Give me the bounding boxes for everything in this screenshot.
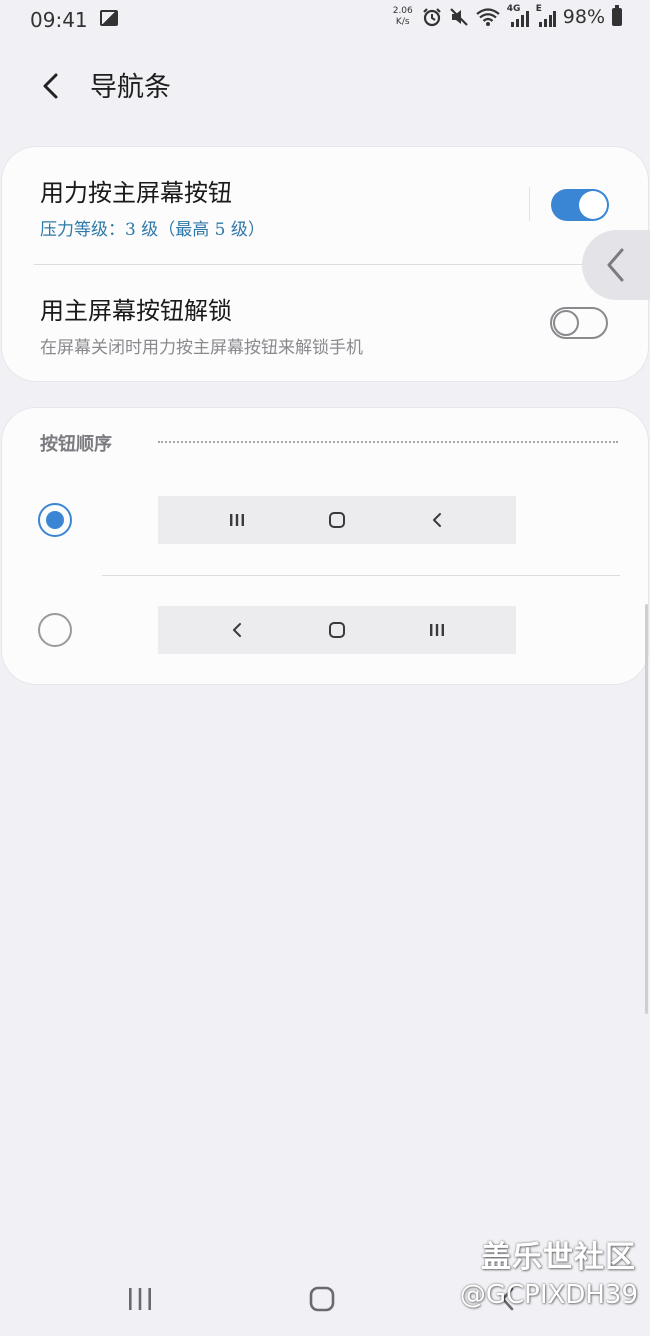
signal-4g-icon: 4G: [507, 4, 529, 27]
recents-icon: [387, 606, 487, 654]
home-icon: [309, 1286, 335, 1312]
recents-icon: [187, 496, 287, 544]
status-time: 09:41: [30, 8, 88, 32]
network-speed-value: 2.06: [392, 6, 413, 16]
recents-button[interactable]: [110, 1274, 170, 1324]
home-icon: [287, 606, 387, 654]
app-bar: 导航条: [0, 55, 650, 115]
radio-button-unselected[interactable]: [38, 613, 72, 647]
page-title: 导航条: [90, 72, 171, 103]
watermark-handle: @GCPIXDH39: [459, 1280, 638, 1310]
radio-dot: [46, 511, 64, 529]
navbar-preview: [158, 606, 516, 654]
unlock-setting-title: 用主屏幕按钮解锁: [40, 297, 232, 325]
wifi-icon: [476, 8, 500, 26]
navbar-preview: [158, 496, 516, 544]
vertical-divider: [529, 187, 530, 221]
battery-icon: [612, 5, 622, 26]
watermark-title: 盖乐世社区: [481, 1240, 636, 1275]
home-icon: [287, 496, 387, 544]
status-icons: 2.06 K/s 4G E 98%: [393, 4, 622, 28]
unlock-toggle-switch[interactable]: [550, 307, 608, 339]
settings-card: 用力按主屏幕按钮 压力等级：3 级（最高 5 级） 用主屏幕按钮解锁 在屏幕关闭…: [2, 147, 648, 381]
home-button[interactable]: [292, 1274, 352, 1324]
pressure-setting-row[interactable]: 用力按主屏幕按钮 压力等级：3 级（最高 5 级）: [2, 147, 529, 265]
button-order-option-1[interactable]: [2, 478, 648, 576]
toggle-knob: [579, 191, 607, 219]
battery-percent: 98%: [562, 6, 605, 28]
network-speed-unit: K/s: [395, 17, 410, 27]
network-speed: 2.06 K/s: [393, 6, 413, 28]
back-icon: [387, 496, 487, 544]
radio-button-selected[interactable]: [38, 503, 72, 537]
chevron-left-icon: [607, 248, 624, 282]
pressure-setting-subtitle: 压力等级：3 级（最高 5 级）: [40, 220, 265, 240]
status-bar: 09:41 2.06 K/s 4G E 98%: [0, 0, 650, 40]
signal-e-icon: E: [536, 4, 556, 27]
back-icon: [187, 606, 287, 654]
button-order-card: 按钮顺序: [2, 408, 648, 684]
mute-icon: [449, 8, 468, 26]
toggle-knob: [553, 310, 579, 336]
back-button[interactable]: [36, 65, 66, 105]
section-dotted-line: [158, 441, 618, 443]
section-title: 按钮顺序: [40, 434, 112, 455]
scrollbar[interactable]: [645, 604, 648, 1014]
pressure-setting-title: 用力按主屏幕按钮: [40, 179, 232, 207]
option-divider: [102, 575, 620, 576]
pressure-toggle-switch[interactable]: [551, 189, 609, 221]
unlock-setting-subtitle: 在屏幕关闭时用力按主屏幕按钮来解锁手机: [40, 338, 363, 358]
chevron-left-icon: [43, 73, 58, 99]
recents-icon: [129, 1288, 151, 1310]
gallery-notification-icon: [100, 10, 118, 26]
button-order-option-2[interactable]: [2, 588, 648, 678]
edge-panel-handle[interactable]: [582, 230, 650, 300]
alarm-icon: [422, 8, 441, 27]
